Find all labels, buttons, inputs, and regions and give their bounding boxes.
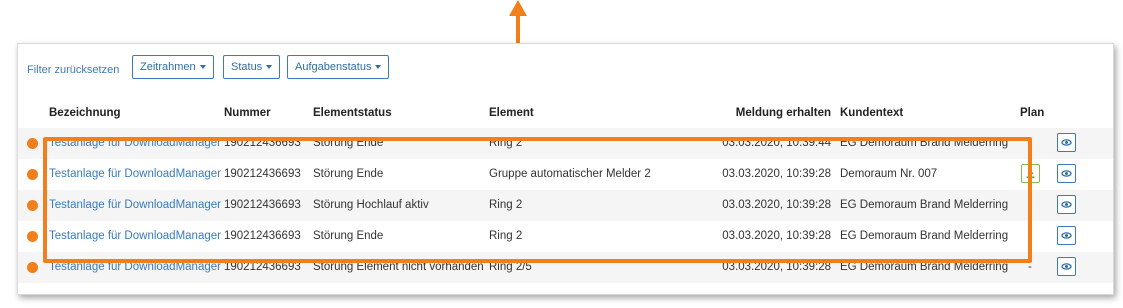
status-dot-icon	[27, 200, 38, 211]
plan-cell: -	[1028, 199, 1032, 211]
bezeichnung-link[interactable]: Testanlage für DownloadManager	[49, 230, 221, 242]
caret-down-icon	[199, 65, 206, 70]
nummer-cell: 190212436693	[224, 168, 301, 180]
elementstatus-cell: Störung Ende	[313, 168, 384, 180]
view-icon	[1061, 139, 1072, 146]
nummer-cell: 190212436693	[224, 199, 301, 211]
view-icon	[1061, 201, 1072, 208]
elementstatus-cell: Störung Element nicht vorhanden	[313, 261, 484, 273]
view-button[interactable]	[1057, 257, 1076, 276]
plan-cell: -	[1028, 230, 1032, 242]
plan-cell: -	[1028, 261, 1032, 273]
col-header-kundentext[interactable]: Kundentext	[840, 107, 903, 119]
element-cell: Ring 2	[489, 199, 523, 211]
kundentext-cell: EG Demoraum Brand Melderring	[840, 230, 1009, 242]
table-row[interactable]: Testanlage für DownloadManager 190212436…	[18, 252, 1113, 283]
element-cell: Ring 2	[489, 230, 523, 242]
element-cell: Ring 2	[489, 137, 523, 149]
plan-cell: -	[1028, 137, 1032, 149]
kundentext-cell: Demoraum Nr. 007	[840, 168, 938, 180]
meldung-cell: 03.03.2020, 10:39:28	[722, 168, 831, 180]
meldung-cell: 03.03.2020, 10:39:28	[722, 199, 831, 211]
status-dot-icon	[27, 231, 38, 242]
col-header-elementstatus[interactable]: Elementstatus	[313, 107, 392, 119]
bezeichnung-link[interactable]: Testanlage für DownloadManager	[49, 261, 221, 273]
filter-reset-link[interactable]: Filter zurücksetzen	[27, 64, 119, 76]
kundentext-cell: EG Demoraum Brand Melderring	[840, 199, 1009, 211]
view-button[interactable]	[1057, 164, 1076, 183]
view-button[interactable]	[1057, 226, 1076, 245]
col-header-nummer[interactable]: Nummer	[224, 107, 271, 119]
col-header-element[interactable]: Element	[489, 107, 534, 119]
elementstatus-cell: Störung Ende	[313, 137, 384, 149]
view-icon	[1061, 232, 1072, 239]
status-dropdown[interactable]: Status	[223, 55, 281, 79]
zeitrahmen-dropdown-label: Zeitrahmen	[140, 61, 196, 73]
meldung-cell: 03.03.2020, 10:39:44	[722, 137, 831, 149]
bezeichnung-link[interactable]: Testanlage für DownloadManager	[49, 168, 221, 180]
plan-download-button[interactable]	[1021, 164, 1040, 183]
download-icon	[1026, 169, 1035, 179]
nummer-cell: 190212436693	[224, 137, 301, 149]
meldung-cell: 03.03.2020, 10:39:28	[722, 230, 831, 242]
table-row[interactable]: Testanlage für DownloadManager 190212436…	[18, 128, 1113, 159]
kundentext-cell: EG Demoraum Brand Melderring	[840, 137, 1009, 149]
bezeichnung-link[interactable]: Testanlage für DownloadManager	[49, 137, 221, 149]
events-panel: Filter zurücksetzen Zeitrahmen Status Au…	[17, 43, 1114, 295]
element-cell: Gruppe automatischer Melder 2	[489, 168, 651, 180]
aufgabenstatus-dropdown[interactable]: Aufgabenstatus	[287, 55, 390, 79]
zeitrahmen-dropdown[interactable]: Zeitrahmen	[132, 55, 214, 79]
view-icon	[1061, 170, 1072, 177]
status-dot-icon	[27, 138, 38, 149]
col-header-bezeichnung[interactable]: Bezeichnung	[49, 107, 121, 119]
col-header-meldung[interactable]: Meldung erhalten	[712, 107, 831, 119]
meldung-cell: 03.03.2020, 10:39:28	[722, 261, 831, 273]
element-cell: Ring 2/5	[489, 261, 532, 273]
caret-down-icon	[375, 65, 382, 70]
bezeichnung-link[interactable]: Testanlage für DownloadManager	[49, 199, 221, 211]
nummer-cell: 190212436693	[224, 261, 301, 273]
status-dot-icon	[27, 169, 38, 180]
status-dot-icon	[27, 262, 38, 273]
elementstatus-cell: Störung Hochlauf aktiv	[313, 199, 429, 211]
view-button[interactable]	[1057, 133, 1076, 152]
kundentext-cell: EG Demoraum Brand Melderring	[840, 261, 1009, 273]
col-header-plan: Plan	[1020, 107, 1045, 119]
view-icon	[1061, 263, 1072, 270]
table-row[interactable]: Testanlage für DownloadManager 190212436…	[18, 159, 1113, 190]
table-row[interactable]: Testanlage für DownloadManager 190212436…	[18, 190, 1113, 221]
nummer-cell: 190212436693	[224, 230, 301, 242]
elementstatus-cell: Störung Ende	[313, 230, 384, 242]
view-button[interactable]	[1057, 195, 1076, 214]
aufgabenstatus-dropdown-label: Aufgabenstatus	[295, 61, 372, 73]
caret-down-icon	[266, 65, 273, 70]
status-dropdown-label: Status	[231, 61, 263, 73]
filter-toolbar: Filter zurücksetzen Zeitrahmen Status Au…	[18, 44, 1113, 90]
table-row[interactable]: Testanlage für DownloadManager 190212436…	[18, 221, 1113, 252]
